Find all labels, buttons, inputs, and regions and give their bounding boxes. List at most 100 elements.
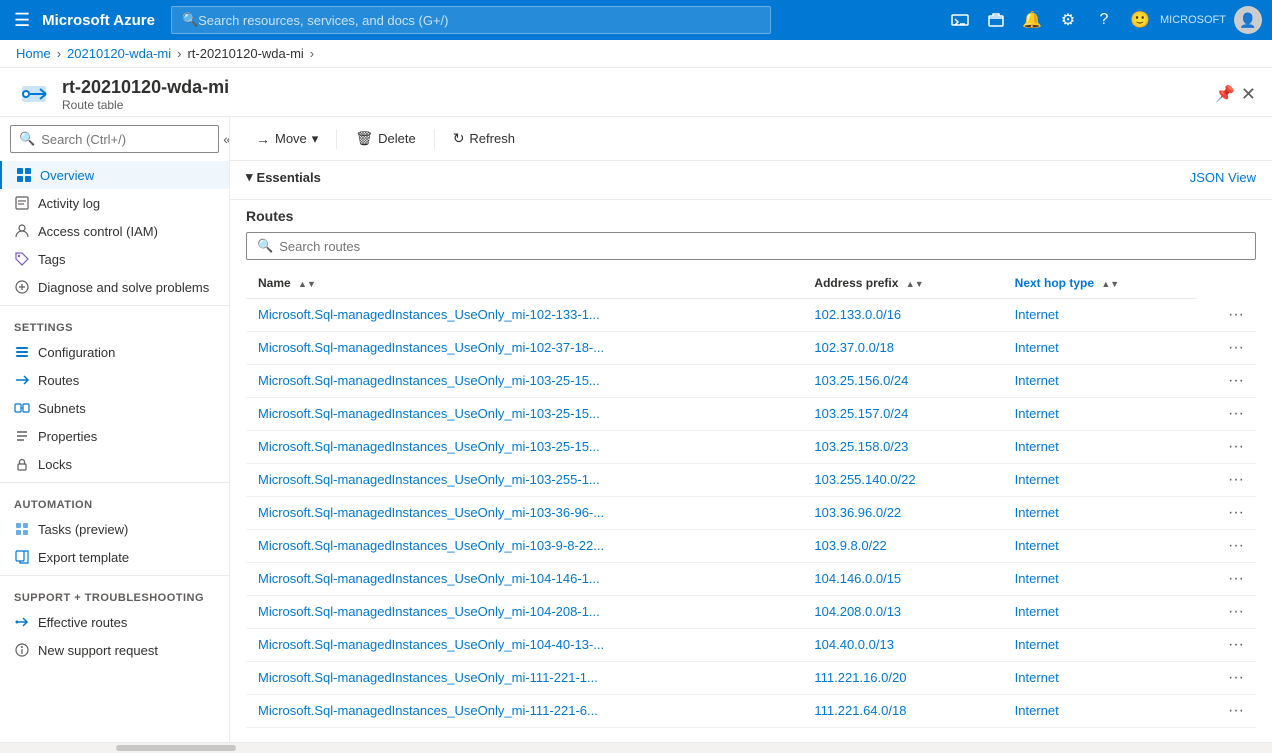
route-name-link[interactable]: Microsoft.Sql-managedInstances_UseOnly_m… xyxy=(258,571,600,586)
user-avatar[interactable]: 👤 xyxy=(1234,6,1262,34)
table-row[interactable]: Microsoft.Sql-managedInstances_UseOnly_m… xyxy=(246,562,1256,595)
directory-icon[interactable] xyxy=(980,4,1012,36)
sidebar-search-box[interactable]: 🔍 « xyxy=(10,125,219,153)
table-row[interactable]: Microsoft.Sql-managedInstances_UseOnly_m… xyxy=(246,496,1256,529)
table-row[interactable]: Microsoft.Sql-managedInstances_UseOnly_m… xyxy=(246,299,1256,332)
notifications-icon[interactable]: 🔔 xyxy=(1016,4,1048,36)
sidebar-item-label: Access control (IAM) xyxy=(38,224,158,239)
row-more-button[interactable]: ··· xyxy=(1196,661,1256,694)
routes-section: Routes 🔍 Name ▲▼ Address prefix xyxy=(230,200,1272,742)
hamburger-menu-icon[interactable]: ☰ xyxy=(10,6,34,35)
row-more-button[interactable]: ··· xyxy=(1196,397,1256,430)
route-prefix-link[interactable]: 104.208.0.0/13 xyxy=(814,604,901,619)
row-more-button[interactable]: ··· xyxy=(1196,727,1256,734)
refresh-button[interactable]: ↻ Refresh xyxy=(443,125,525,152)
sidebar-item-diagnose[interactable]: Diagnose and solve problems xyxy=(0,273,229,301)
route-prefix-link[interactable]: 102.37.0.0/18 xyxy=(814,340,894,355)
route-prefix-link[interactable]: 111.221.16.0/20 xyxy=(814,670,906,685)
sidebar-item-activity-log[interactable]: Activity log xyxy=(0,189,229,217)
row-more-button[interactable]: ··· xyxy=(1196,331,1256,364)
table-row[interactable]: Microsoft.Sql-managedInstances_UseOnly_m… xyxy=(246,331,1256,364)
col-name[interactable]: Name ▲▼ xyxy=(246,268,802,299)
table-row[interactable]: Microsoft.Sql-managedInstances_UseOnly_m… xyxy=(246,595,1256,628)
row-more-button[interactable]: ··· xyxy=(1196,694,1256,727)
global-search-box[interactable]: 🔍 xyxy=(171,6,771,34)
sidebar-collapse-icon[interactable]: « xyxy=(223,131,230,147)
route-prefix-link[interactable]: 103.255.140.0/22 xyxy=(814,472,915,487)
delete-button[interactable]: 🗑 Delete xyxy=(345,125,425,152)
row-more-button[interactable]: ··· xyxy=(1196,463,1256,496)
route-name-link[interactable]: Microsoft.Sql-managedInstances_UseOnly_m… xyxy=(258,538,604,553)
essentials-title[interactable]: ▾ Essentials xyxy=(246,169,321,185)
route-prefix-link[interactable]: 103.9.8.0/22 xyxy=(814,538,886,553)
help-icon[interactable]: ? xyxy=(1088,4,1120,36)
bottom-scrollbar[interactable] xyxy=(0,742,1272,752)
table-row[interactable]: Microsoft.Sql-managedInstances_UseOnly_m… xyxy=(246,529,1256,562)
row-more-button[interactable]: ··· xyxy=(1196,299,1256,332)
sidebar-item-subnets[interactable]: Subnets xyxy=(0,394,229,422)
sidebar-search-input[interactable] xyxy=(41,132,217,147)
table-row[interactable]: Microsoft.Sql-managedInstances_UseOnly_m… xyxy=(246,661,1256,694)
route-prefix-link[interactable]: 102.133.0.0/16 xyxy=(814,307,901,322)
route-name-link[interactable]: Microsoft.Sql-managedInstances_UseOnly_m… xyxy=(258,439,600,454)
row-more-button[interactable]: ··· xyxy=(1196,628,1256,661)
route-name-link[interactable]: Microsoft.Sql-managedInstances_UseOnly_m… xyxy=(258,604,600,619)
json-view-link[interactable]: JSON View xyxy=(1190,170,1256,185)
global-search-input[interactable] xyxy=(198,13,760,28)
route-prefix-link[interactable]: 104.40.0.0/13 xyxy=(814,637,894,652)
cloud-shell-icon[interactable] xyxy=(944,4,976,36)
route-prefix-link[interactable]: 103.25.156.0/24 xyxy=(814,373,908,388)
route-name-link[interactable]: Microsoft.Sql-managedInstances_UseOnly_m… xyxy=(258,703,598,718)
sidebar-item-tasks[interactable]: Tasks (preview) xyxy=(0,515,229,543)
pin-icon[interactable]: 📌 xyxy=(1215,84,1235,104)
route-name-link[interactable]: Microsoft.Sql-managedInstances_UseOnly_m… xyxy=(258,373,600,388)
sidebar-item-configuration[interactable]: Configuration xyxy=(0,338,229,366)
sort-icon-name: ▲▼ xyxy=(298,279,316,289)
route-prefix-link[interactable]: 103.36.96.0/22 xyxy=(814,505,901,520)
route-prefix-link[interactable]: 103.25.158.0/23 xyxy=(814,439,908,454)
close-icon[interactable]: ✕ xyxy=(1241,84,1256,105)
sidebar-item-effective-routes[interactable]: Effective routes xyxy=(0,608,229,636)
route-name-link[interactable]: Microsoft.Sql-managedInstances_UseOnly_m… xyxy=(258,670,598,685)
row-more-button[interactable]: ··· xyxy=(1196,562,1256,595)
row-more-button[interactable]: ··· xyxy=(1196,496,1256,529)
col-prefix[interactable]: Address prefix ▲▼ xyxy=(802,268,1002,299)
move-button[interactable]: → Move ▾ xyxy=(246,126,328,152)
route-name-link[interactable]: Microsoft.Sql-managedInstances_UseOnly_m… xyxy=(258,406,600,421)
row-more-button[interactable]: ··· xyxy=(1196,529,1256,562)
col-hop[interactable]: Next hop type ▲▼ xyxy=(1003,268,1196,299)
table-row[interactable]: Microsoft.Sql-managedInstances_UseOnly_m… xyxy=(246,397,1256,430)
route-name-link[interactable]: Microsoft.Sql-managedInstances_UseOnly_m… xyxy=(258,472,600,487)
sidebar-item-access-control[interactable]: Access control (IAM) xyxy=(0,217,229,245)
table-row[interactable]: Microsoft.Sql-managedInstances_UseOnly_m… xyxy=(246,364,1256,397)
breadcrumb-resource-group[interactable]: 20210120-wda-mi xyxy=(67,46,171,61)
resource-name: rt-20210120-wda-mi xyxy=(62,77,1205,98)
sidebar-item-locks[interactable]: Locks xyxy=(0,450,229,478)
breadcrumb-home[interactable]: Home xyxy=(16,46,51,61)
row-more-button[interactable]: ··· xyxy=(1196,595,1256,628)
routes-search-box[interactable]: 🔍 xyxy=(246,232,1256,260)
settings-icon[interactable]: ⚙ xyxy=(1052,4,1084,36)
table-row[interactable]: Microsoft.Sql-managedInstances_UseOnly_m… xyxy=(246,430,1256,463)
sidebar-item-properties[interactable]: Properties xyxy=(0,422,229,450)
sidebar-item-overview[interactable]: Overview xyxy=(0,161,229,189)
table-row[interactable]: Microsoft.Sql-managedInstances_UseOnly_m… xyxy=(246,694,1256,727)
route-name-link[interactable]: Microsoft.Sql-managedInstances_UseOnly_m… xyxy=(258,637,604,652)
route-prefix-link[interactable]: 104.146.0.0/15 xyxy=(814,571,901,586)
sidebar-item-export-template[interactable]: Export template xyxy=(0,543,229,571)
table-row[interactable]: Microsoft.Sql-managedInstances_UseOnly_m… xyxy=(246,628,1256,661)
sidebar-item-tags[interactable]: Tags xyxy=(0,245,229,273)
sidebar-item-new-support[interactable]: New support request xyxy=(0,636,229,664)
table-row[interactable]: Microsoft.Sql-managedInstances_UseOnly_m… xyxy=(246,727,1256,734)
route-prefix-link[interactable]: 103.25.157.0/24 xyxy=(814,406,908,421)
table-row[interactable]: Microsoft.Sql-managedInstances_UseOnly_m… xyxy=(246,463,1256,496)
row-more-button[interactable]: ··· xyxy=(1196,430,1256,463)
sidebar-item-routes[interactable]: Routes xyxy=(0,366,229,394)
route-name-link[interactable]: Microsoft.Sql-managedInstances_UseOnly_m… xyxy=(258,307,600,322)
route-name-link[interactable]: Microsoft.Sql-managedInstances_UseOnly_m… xyxy=(258,340,604,355)
route-name-link[interactable]: Microsoft.Sql-managedInstances_UseOnly_m… xyxy=(258,505,604,520)
route-prefix-link[interactable]: 111.221.64.0/18 xyxy=(814,703,906,718)
feedback-icon[interactable]: 🙂 xyxy=(1124,4,1156,36)
row-more-button[interactable]: ··· xyxy=(1196,364,1256,397)
routes-search-input[interactable] xyxy=(279,239,1245,254)
